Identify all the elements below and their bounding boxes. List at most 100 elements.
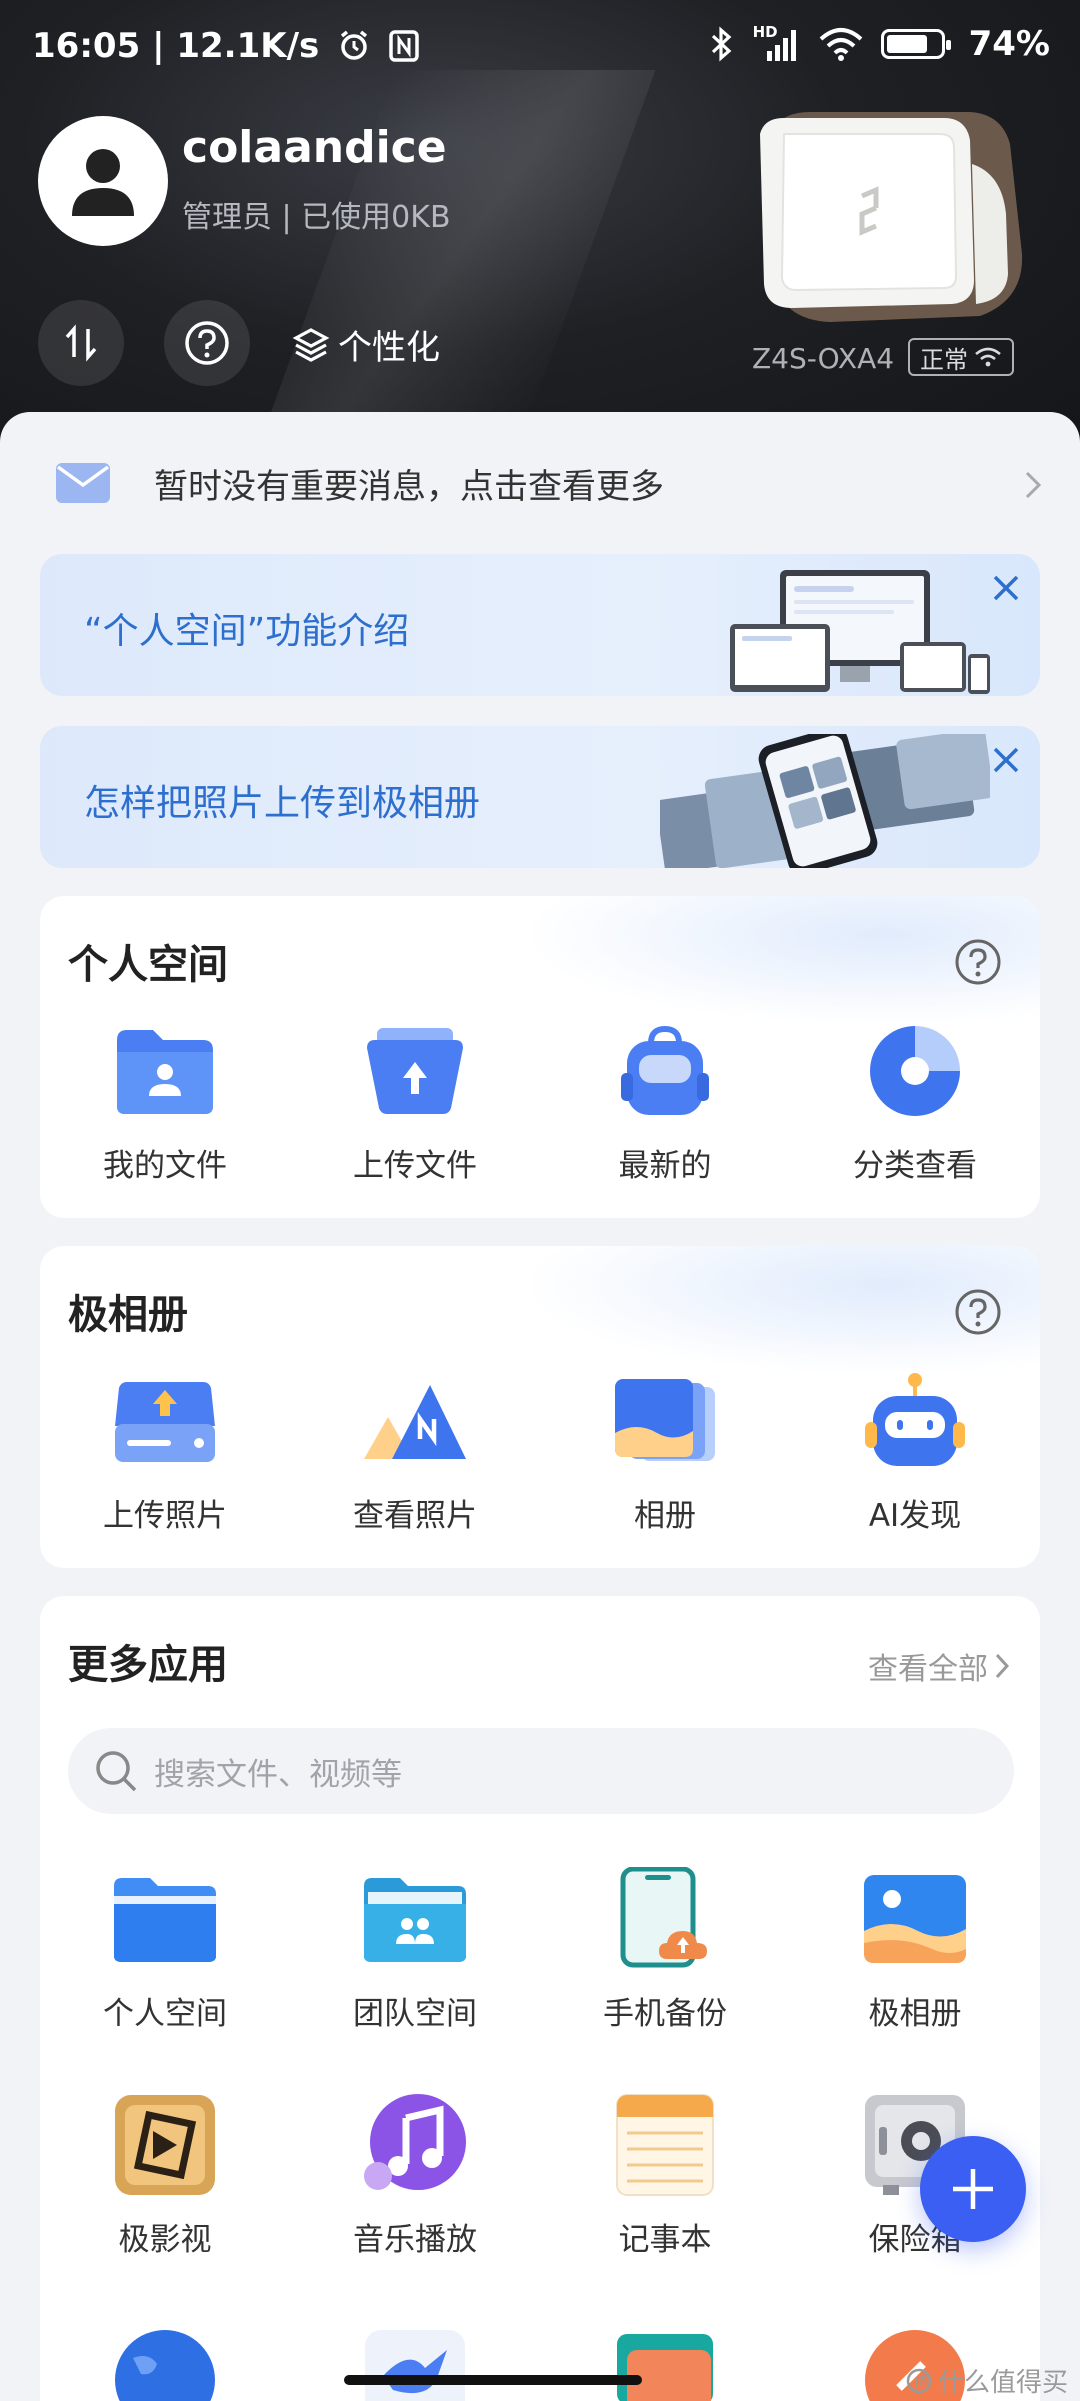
folder-icon xyxy=(110,1864,220,1974)
banner-text: 怎样把照片上传到极相册 xyxy=(84,783,481,824)
banner-text: “个人空间”功能介绍 xyxy=(84,611,410,652)
grid-label: 上传照片 xyxy=(103,1498,227,1534)
close-icon[interactable] xyxy=(992,746,1020,774)
message-notice[interactable]: 暂时没有重要消息，点击查看更多 xyxy=(0,412,1080,554)
nas-device-image[interactable] xyxy=(740,104,1026,326)
grid-label: 极影视 xyxy=(118,2222,212,2258)
grid-label: 最新的 xyxy=(618,1148,712,1184)
watermark-logo-icon: 值 xyxy=(906,2368,932,2393)
layers-icon xyxy=(292,327,330,362)
plus-icon xyxy=(953,2169,993,2209)
home-indicator[interactable] xyxy=(344,2375,642,2385)
ai-discover-button[interactable]: AI发现 xyxy=(790,1366,1040,1535)
profile-header: 16:05 | 12.1K/s HD 74% colaandice 管理员 | … xyxy=(0,0,1080,470)
section-title: 极相册 xyxy=(68,1292,188,1338)
avatar[interactable] xyxy=(38,116,168,246)
bird-icon xyxy=(365,2330,465,2401)
personalize-button[interactable]: 个性化 xyxy=(292,320,440,369)
backpack-icon xyxy=(610,1016,720,1126)
personal-space-card: 个人空间 我的文件 上传文件 最新的 分类查看 xyxy=(40,896,1040,1218)
mail-icon xyxy=(56,463,110,503)
network-speed: 12.1K/s xyxy=(176,26,320,66)
search-icon xyxy=(96,1751,137,1792)
watermark-text: 什么值得买 xyxy=(937,2368,1068,2398)
username: colaandice xyxy=(182,122,447,173)
my-files-button[interactable]: 我的文件 xyxy=(40,1016,290,1185)
main-sheet: 暂时没有重要消息，点击查看更多 “个人空间”功能介绍 怎样把照片上传到极相册 个… xyxy=(0,412,1080,2401)
search-placeholder: 搜索文件、视频等 xyxy=(154,1756,402,1793)
apps-grid-row1: 个人空间 团队空间 手机备份 极相册 xyxy=(40,1864,1040,2033)
app-partial-1[interactable] xyxy=(40,2328,290,2401)
cards-icon xyxy=(617,2334,713,2401)
app-video[interactable]: 极影视 xyxy=(40,2090,290,2259)
intro-banner-personal-space[interactable]: “个人空间”功能介绍 xyxy=(40,554,1040,696)
folder-user-icon xyxy=(110,1016,220,1126)
grid-label: 个人空间 xyxy=(103,1996,227,2032)
chevron-right-icon xyxy=(995,1653,1010,1679)
photo-stack-icon xyxy=(610,1366,720,1476)
grid-label: 音乐播放 xyxy=(353,2222,477,2258)
robot-icon xyxy=(860,1366,970,1476)
browse-by-category-button[interactable]: 分类查看 xyxy=(790,1016,1040,1185)
album-grid: 上传照片 查看照片 相册 AI发现 xyxy=(40,1366,1040,1535)
team-folder-icon xyxy=(360,1864,470,1974)
app-personal-space[interactable]: 个人空间 xyxy=(40,1864,290,2033)
landscape-photo-icon xyxy=(860,1864,970,1974)
transfer-button[interactable] xyxy=(38,300,124,386)
alarm-icon xyxy=(340,30,368,60)
status-bar: 16:05 | 12.1K/s HD 74% xyxy=(32,23,1050,66)
status-time: 16:05 xyxy=(32,26,141,66)
personal-space-grid: 我的文件 上传文件 最新的 分类查看 xyxy=(40,1016,1040,1185)
notepad-icon xyxy=(610,2090,720,2200)
view-all-link[interactable]: 查看全部 xyxy=(868,1644,1010,1688)
bluetooth-icon xyxy=(711,26,731,62)
recent-button[interactable]: 最新的 xyxy=(540,1016,790,1185)
view-photos-button[interactable]: 查看照片 xyxy=(290,1366,540,1535)
albums-button[interactable]: 相册 xyxy=(540,1366,790,1535)
grid-label: 我的文件 xyxy=(103,1148,227,1184)
grid-label: AI发现 xyxy=(868,1498,962,1534)
chevron-right-icon xyxy=(1025,471,1042,499)
device-name: Z4S-OXA4 xyxy=(752,342,895,375)
help-icon[interactable] xyxy=(954,938,1002,986)
upload-drive-icon xyxy=(110,1366,220,1476)
app-team-space[interactable]: 团队空间 xyxy=(290,1864,540,2033)
globe-icon xyxy=(115,2330,215,2401)
device-status-badge: 正常 xyxy=(908,338,1014,376)
device-status-label: 正常 xyxy=(920,345,968,374)
cellular-signal-icon: HD xyxy=(753,23,801,61)
battery-icon xyxy=(880,29,951,59)
user-icon xyxy=(72,149,134,216)
battery-percent: 74% xyxy=(968,24,1050,64)
nfc-icon xyxy=(389,30,419,62)
app-album[interactable]: 极相册 xyxy=(790,1864,1040,2033)
intro-banner-photo-upload[interactable]: 怎样把照片上传到极相册 xyxy=(40,726,1040,868)
app-partial-2[interactable] xyxy=(290,2328,540,2401)
close-icon[interactable] xyxy=(992,574,1020,602)
phone-photos-illustration-icon xyxy=(660,734,990,868)
app-notepad[interactable]: 记事本 xyxy=(540,2090,790,2259)
grid-label: 记事本 xyxy=(618,2222,712,2258)
music-note-icon xyxy=(360,2090,470,2200)
add-button[interactable] xyxy=(920,2136,1026,2242)
notice-text: 暂时没有重要消息，点击查看更多 xyxy=(154,466,664,507)
upload-files-button[interactable]: 上传文件 xyxy=(290,1016,540,1185)
upload-photos-button[interactable]: 上传照片 xyxy=(40,1366,290,1535)
app-partial-3[interactable] xyxy=(540,2328,790,2401)
help-icon[interactable] xyxy=(954,1288,1002,1336)
grid-label: 手机备份 xyxy=(603,1996,727,2032)
wifi-icon xyxy=(819,28,862,61)
more-apps-card: 更多应用 查看全部 搜索文件、视频等 个人空间 团队空间 手机备份 极相册 极影… xyxy=(40,1596,1040,2401)
grid-label: 上传文件 xyxy=(353,1148,477,1184)
app-music-player[interactable]: 音乐播放 xyxy=(290,2090,540,2259)
app-phone-backup[interactable]: 手机备份 xyxy=(540,1864,790,2033)
grid-label: 查看照片 xyxy=(353,1498,477,1534)
grid-label: 极相册 xyxy=(868,1996,962,2032)
help-button[interactable] xyxy=(164,300,250,386)
svg-text:值: 值 xyxy=(914,2375,928,2391)
search-input[interactable]: 搜索文件、视频等 xyxy=(68,1728,1014,1814)
question-icon xyxy=(185,321,229,365)
upload-folder-icon xyxy=(360,1016,470,1126)
personalize-label: 个性化 xyxy=(338,328,440,368)
view-all-label: 查看全部 xyxy=(868,1652,988,1687)
